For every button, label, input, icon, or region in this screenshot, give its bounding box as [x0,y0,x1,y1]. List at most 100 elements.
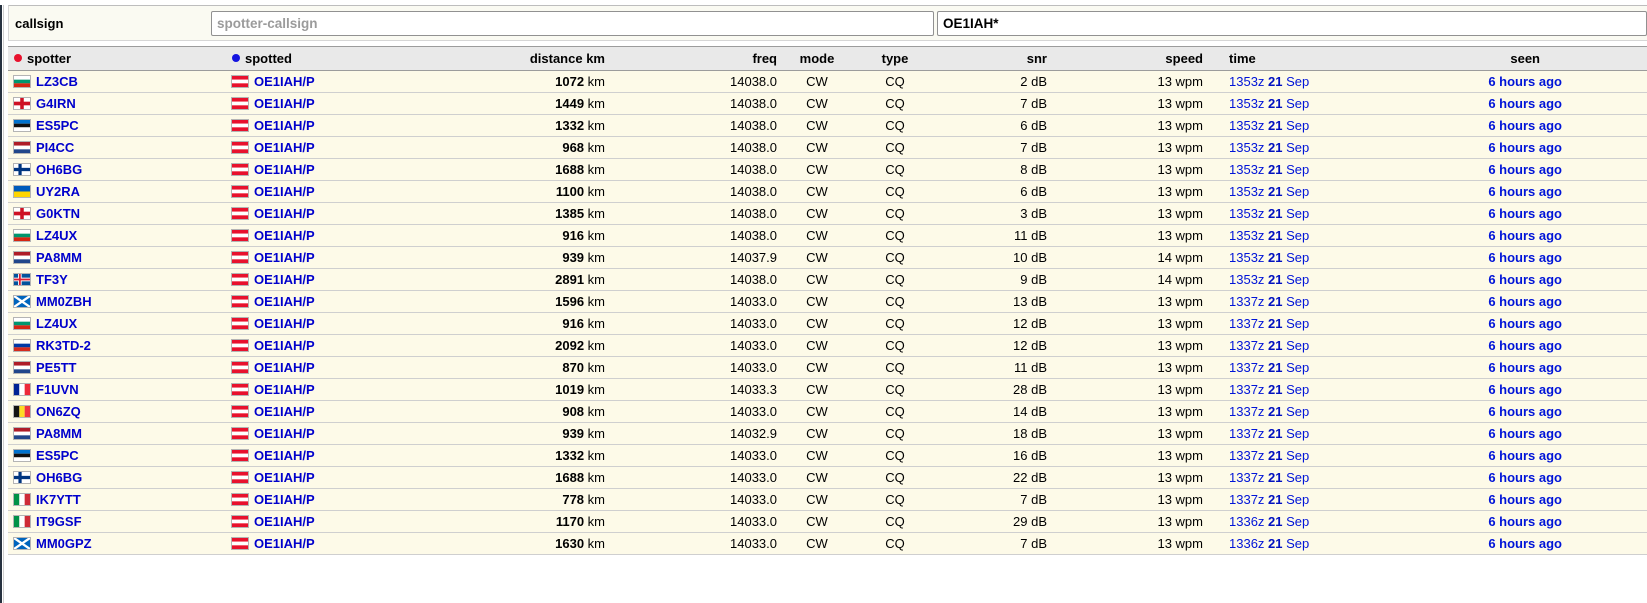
spotted-callsign-input[interactable] [937,11,1647,36]
spotter-callsign-link[interactable]: OH6BG [36,470,82,485]
spotted-callsign-link[interactable]: OE1IAH/P [254,360,315,375]
spotter-callsign-link[interactable]: F1UVN [36,382,79,397]
seen-link[interactable]: 6 hours ago [1488,206,1562,221]
spotted-callsign-link[interactable]: OE1IAH/P [254,470,315,485]
spotted-callsign-link[interactable]: OE1IAH/P [254,338,315,353]
spotted-callsign-link[interactable]: OE1IAH/P [254,492,315,507]
seen-link[interactable]: 6 hours ago [1488,470,1562,485]
seen-link[interactable]: 6 hours ago [1488,272,1562,287]
time-link[interactable]: 1353z 21 Sep [1229,118,1309,133]
spotter-callsign-link[interactable]: MM0GPZ [36,536,92,551]
seen-link[interactable]: 6 hours ago [1488,360,1562,375]
seen-cell: 6 hours ago [1358,291,1647,313]
spotted-callsign-link[interactable]: OE1IAH/P [254,74,315,89]
spotter-cell: ES5PC [8,115,226,137]
flag-england-icon [14,208,30,219]
spotter-callsign-link[interactable]: IK7YTT [36,492,81,507]
time-link[interactable]: 1353z 21 Sep [1229,250,1309,265]
spotted-callsign-link[interactable]: OE1IAH/P [254,118,315,133]
time-link[interactable]: 1353z 21 Sep [1229,184,1309,199]
seen-link[interactable]: 6 hours ago [1488,228,1562,243]
spotted-callsign-link[interactable]: OE1IAH/P [254,448,315,463]
time-link[interactable]: 1337z 21 Sep [1229,338,1309,353]
time-link[interactable]: 1336z 21 Sep [1229,536,1309,551]
spotted-callsign-link[interactable]: OE1IAH/P [254,162,315,177]
time-link[interactable]: 1336z 21 Sep [1229,514,1309,529]
seen-link[interactable]: 6 hours ago [1488,514,1562,529]
spotted-callsign-link[interactable]: OE1IAH/P [254,206,315,221]
spotted-callsign-link[interactable]: OE1IAH/P [254,140,315,155]
seen-link[interactable]: 6 hours ago [1488,338,1562,353]
spotter-callsign-link[interactable]: RK3TD-2 [36,338,91,353]
spotter-callsign-link[interactable]: LZ4UX [36,316,77,331]
spotted-callsign-link[interactable]: OE1IAH/P [254,316,315,331]
column-header-spotted-label: spotted [245,51,292,66]
time-link[interactable]: 1337z 21 Sep [1229,294,1309,309]
time-link[interactable]: 1337z 21 Sep [1229,492,1309,507]
seen-link[interactable]: 6 hours ago [1488,118,1562,133]
spotter-callsign-link[interactable]: MM0ZBH [36,294,92,309]
seen-link[interactable]: 6 hours ago [1488,448,1562,463]
spotter-callsign-link[interactable]: OH6BG [36,162,82,177]
type-cell: CQ [857,445,933,467]
spotter-callsign-link[interactable]: PA8MM [36,426,82,441]
flag-scotland-icon [14,296,30,307]
spotted-callsign-link[interactable]: OE1IAH/P [254,426,315,441]
seen-link[interactable]: 6 hours ago [1488,492,1562,507]
spotter-callsign-link[interactable]: LZ4UX [36,228,77,243]
spotter-callsign-link[interactable]: PI4CC [36,140,74,155]
time-link[interactable]: 1337z 21 Sep [1229,382,1309,397]
seen-link[interactable]: 6 hours ago [1488,404,1562,419]
seen-link[interactable]: 6 hours ago [1488,316,1562,331]
spotted-callsign-link[interactable]: OE1IAH/P [254,536,315,551]
spotter-callsign-link[interactable]: UY2RA [36,184,80,199]
seen-link[interactable]: 6 hours ago [1488,294,1562,309]
time-link[interactable]: 1337z 21 Sep [1229,426,1309,441]
seen-link[interactable]: 6 hours ago [1488,426,1562,441]
spotter-callsign-link[interactable]: G0KTN [36,206,80,221]
spotter-callsign-link[interactable]: ES5PC [36,118,79,133]
seen-link[interactable]: 6 hours ago [1488,536,1562,551]
seen-link[interactable]: 6 hours ago [1488,74,1562,89]
time-link[interactable]: 1353z 21 Sep [1229,96,1309,111]
spotter-callsign-link[interactable]: PA8MM [36,250,82,265]
spotted-callsign-link[interactable]: OE1IAH/P [254,294,315,309]
time-link[interactable]: 1337z 21 Sep [1229,360,1309,375]
spotter-callsign-link[interactable]: TF3Y [36,272,68,287]
spotted-callsign-link[interactable]: OE1IAH/P [254,228,315,243]
spotted-callsign-link[interactable]: OE1IAH/P [254,96,315,111]
time-link[interactable]: 1353z 21 Sep [1229,74,1309,89]
spotter-callsign-link[interactable]: G4IRN [36,96,76,111]
type-cell: CQ [857,379,933,401]
time-link[interactable]: 1337z 21 Sep [1229,404,1309,419]
time-link[interactable]: 1337z 21 Sep [1229,316,1309,331]
spotter-callsign-link[interactable]: IT9GSF [36,514,82,529]
spotted-callsign-link[interactable]: OE1IAH/P [254,404,315,419]
time-link[interactable]: 1353z 21 Sep [1229,228,1309,243]
seen-link[interactable]: 6 hours ago [1488,96,1562,111]
seen-link[interactable]: 6 hours ago [1488,250,1562,265]
spotter-callsign-link[interactable]: LZ3CB [36,74,78,89]
spotted-callsign-link[interactable]: OE1IAH/P [254,184,315,199]
seen-link[interactable]: 6 hours ago [1488,382,1562,397]
time-link[interactable]: 1353z 21 Sep [1229,272,1309,287]
spotter-callsign-link[interactable]: ES5PC [36,448,79,463]
time-link[interactable]: 1353z 21 Sep [1229,162,1309,177]
snr-cell: 16 dB [933,445,1047,467]
time-link[interactable]: 1353z 21 Sep [1229,140,1309,155]
time-link[interactable]: 1337z 21 Sep [1229,448,1309,463]
time-link[interactable]: 1337z 21 Sep [1229,470,1309,485]
spotter-callsign-input[interactable] [211,11,934,36]
spotted-callsign-link[interactable]: OE1IAH/P [254,382,315,397]
distance-cell: 2891 km [448,269,605,291]
spotted-callsign-link[interactable]: OE1IAH/P [254,250,315,265]
spotter-callsign-link[interactable]: ON6ZQ [36,404,81,419]
time-link[interactable]: 1353z 21 Sep [1229,206,1309,221]
seen-link[interactable]: 6 hours ago [1488,162,1562,177]
seen-link[interactable]: 6 hours ago [1488,184,1562,199]
seen-link[interactable]: 6 hours ago [1488,140,1562,155]
spotted-callsign-link[interactable]: OE1IAH/P [254,272,315,287]
speed-cell: 13 wpm [1047,533,1203,555]
spotted-callsign-link[interactable]: OE1IAH/P [254,514,315,529]
spotter-callsign-link[interactable]: PE5TT [36,360,76,375]
